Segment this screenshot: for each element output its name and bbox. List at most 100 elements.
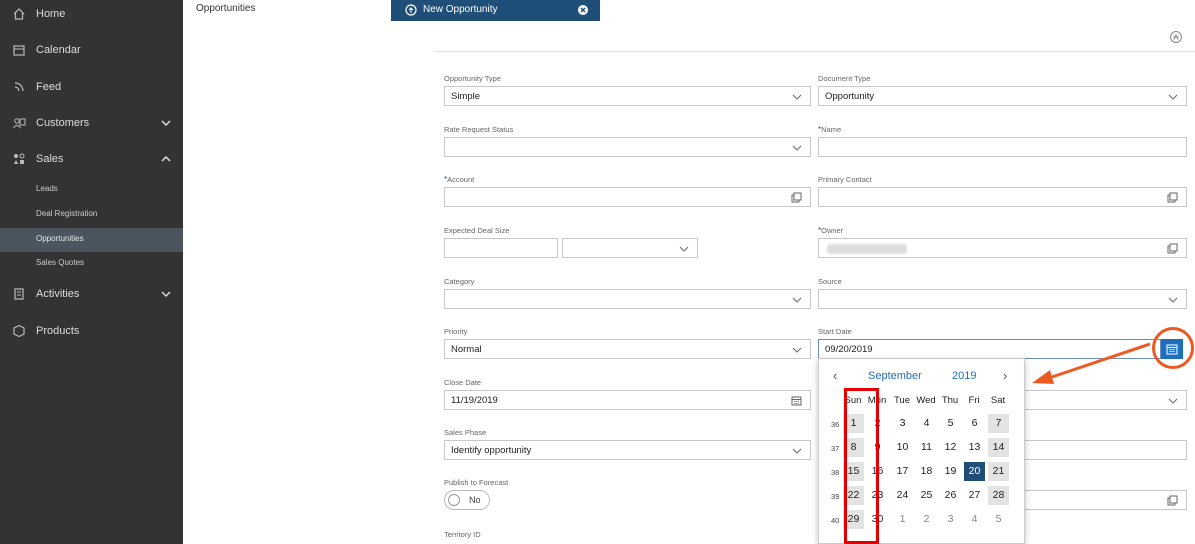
close-date-field[interactable]: 11/19/2019 [444,390,811,410]
sales-icon [12,152,26,166]
close-date-value: 11/19/2019 [451,395,498,406]
calendar-day[interactable]: 13 [964,438,985,457]
calendar-day[interactable]: 1 [892,510,913,529]
sidebar-item-label: Products [36,325,80,337]
calendar-day[interactable]: 2 [916,510,937,529]
calendar-day[interactable]: 4 [916,414,937,433]
calendar-day[interactable]: 4 [964,510,985,529]
chevron-down-icon [792,297,802,303]
calendar-day[interactable]: 12 [940,438,961,457]
next-month-button[interactable]: › [1003,368,1013,383]
calendar-day[interactable]: 7 [988,414,1009,433]
primary-contact-label: Primary Contact [818,175,872,184]
lookup-icon[interactable] [791,192,802,203]
chevron-up-icon [161,155,171,162]
weekday-header: Fri [968,395,980,406]
opportunity-type-select[interactable]: Simple [444,86,811,106]
calendar-day[interactable]: 3 [940,510,961,529]
primary-contact-field[interactable] [818,187,1187,207]
name-input[interactable] [818,137,1187,157]
account-label: *Account [444,175,475,184]
sidebar-subitem-label: Leads [36,184,58,193]
calendar-day[interactable]: 28 [988,486,1009,505]
tab-opportunities[interactable]: Opportunities [196,3,255,14]
sidebar-item-sales[interactable]: Sales [0,152,183,166]
territory-id-label: Territory ID [444,530,481,539]
opportunity-icon [405,4,417,16]
category-select[interactable] [444,289,811,309]
rate-request-status-select[interactable] [444,137,811,157]
sidebar-subitem-deal-registration[interactable]: Deal Registration [0,203,183,227]
home-icon [12,7,26,21]
sidebar-subitem-leads[interactable]: Leads [0,178,183,202]
customers-icon [12,116,26,130]
calendar-day[interactable]: 14 [988,438,1009,457]
sales-phase-value: Identify opportunity [451,445,532,456]
sidebar: Home Calendar Feed Customers Sales Leads… [0,0,183,544]
start-date-value: 09/20/2019 [825,344,873,355]
priority-label: Priority [444,327,468,336]
source-select[interactable] [818,289,1187,309]
close-icon[interactable] [577,4,589,16]
calendar-day[interactable]: 10 [892,438,913,457]
calendar-day[interactable]: 19 [940,462,961,481]
calendar-day[interactable]: 3 [892,414,913,433]
calendar-day[interactable]: 11 [916,438,937,457]
name-label: *Name [818,125,842,134]
products-icon [12,324,26,338]
expected-deal-size-input[interactable] [444,238,558,258]
calendar-day[interactable]: 5 [988,510,1009,529]
calendar-day[interactable]: 26 [940,486,961,505]
account-field[interactable] [444,187,811,207]
feed-icon [12,80,26,94]
lookup-icon[interactable] [1167,243,1178,254]
calendar-day[interactable]: 21 [988,462,1009,481]
rate-request-status-label: Rate Request Status [444,125,514,134]
publish-to-forecast-toggle[interactable]: No [444,490,490,510]
header-divider [434,51,1195,52]
month-selector[interactable]: September [868,370,922,382]
sales-phase-select[interactable]: Identify opportunity [444,440,811,460]
tab-new-opportunity[interactable]: New Opportunity [391,0,600,21]
toggle-knob [448,494,460,506]
sidebar-item-customers[interactable]: Customers [0,116,183,130]
year-selector[interactable]: 2019 [952,370,976,382]
calendar-icon[interactable] [791,395,802,406]
tab-label: New Opportunity [423,4,498,15]
sidebar-item-products[interactable]: Products [0,324,183,338]
sidebar-item-calendar[interactable]: Calendar [0,43,183,57]
chevron-down-icon [161,291,171,298]
calendar-day[interactable]: 25 [916,486,937,505]
document-type-select[interactable]: Opportunity [818,86,1187,106]
collapse-icon[interactable] [1169,30,1183,44]
calendar-day[interactable]: 5 [940,414,961,433]
calendar-day[interactable]: 27 [964,486,985,505]
previous-month-button[interactable]: ‹ [833,368,843,383]
annotation-arrow [1032,342,1151,384]
source-label: Source [818,277,842,286]
sidebar-item-home[interactable]: Home [0,7,183,21]
sidebar-subitem-sales-quotes[interactable]: Sales Quotes [0,252,183,276]
start-date-label: Start Date [818,327,852,336]
owner-field[interactable] [818,238,1187,258]
sidebar-subitem-label: Deal Registration [36,209,98,218]
document-type-value: Opportunity [825,91,875,102]
calendar-day[interactable]: 17 [892,462,913,481]
activities-icon [12,287,26,301]
calendar-day[interactable]: 20 [964,462,985,481]
weekday-header: Wed [916,395,936,406]
sidebar-subitem-opportunities[interactable]: Opportunities [0,228,183,252]
lookup-icon[interactable] [1167,495,1178,506]
lookup-icon[interactable] [1167,192,1178,203]
calendar-day[interactable]: 6 [964,414,985,433]
sidebar-item-feed[interactable]: Feed [0,80,183,94]
sunday-column-highlight [844,388,879,544]
chevron-down-icon [792,448,802,454]
calendar-day[interactable]: 18 [916,462,937,481]
chevron-down-icon [161,120,171,127]
calendar-day[interactable]: 24 [892,486,913,505]
sidebar-item-label: Feed [36,81,62,93]
currency-select[interactable] [562,238,698,258]
sidebar-item-activities[interactable]: Activities [0,287,183,301]
priority-select[interactable]: Normal [444,339,811,359]
